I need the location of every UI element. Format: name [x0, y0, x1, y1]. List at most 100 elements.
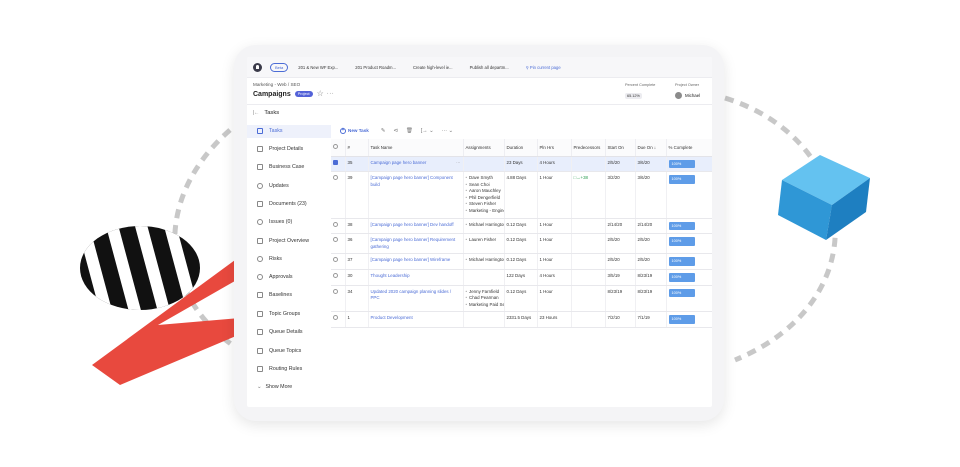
sidebar-item-risks[interactable]: Risks: [257, 256, 282, 262]
table-row[interactable]: 34 Updated 2020 campaign planning slides …: [331, 285, 712, 313]
assignee[interactable]: Michael Harrington: [466, 257, 503, 264]
sidebar-item-queue-topics[interactable]: Queue Topics: [257, 348, 301, 354]
row-checkbox[interactable]: [331, 269, 346, 286]
assignee[interactable]: Marketing - Engineering: [466, 208, 503, 215]
sidebar-item-documents[interactable]: Documents (23): [257, 201, 307, 207]
predecessors-cell: [571, 156, 606, 173]
task-name-link[interactable]: Product Development: [371, 315, 413, 320]
delete-icon[interactable]: 🗑: [406, 128, 413, 134]
column-header[interactable]: Predecessors: [571, 139, 606, 157]
sidebar-item-routing-rules[interactable]: Routing Rules: [257, 366, 302, 372]
collapse-panel-icon[interactable]: |←: [253, 110, 259, 116]
task-name-cell[interactable]: [Campaign page hero banner] Dev handoff: [368, 218, 464, 235]
column-header[interactable]: Assignments: [463, 139, 505, 157]
task-name-cell[interactable]: [Campaign page hero banner] Wireframe: [368, 253, 464, 271]
share-icon[interactable]: ⊲: [393, 128, 398, 134]
assignee[interactable]: Sean Choi: [466, 182, 502, 189]
column-header[interactable]: % Complete: [666, 139, 712, 157]
sidebar-item-queue-details[interactable]: Queue Details: [257, 329, 303, 335]
row-checkbox[interactable]: [331, 253, 346, 271]
task-name-cell[interactable]: [Campaign page hero banner] Requirement …: [368, 233, 464, 255]
star-icon[interactable]: ☆: [317, 90, 324, 98]
select-all-checkbox[interactable]: [331, 139, 346, 157]
table-row[interactable]: 38 [Campaign page hero banner] Dev handof…: [331, 218, 712, 235]
recent-tab[interactable]: 201 Product Roadm...: [355, 65, 396, 70]
row-menu-icon[interactable]: ···: [456, 160, 460, 167]
row-checkbox[interactable]: [331, 218, 346, 235]
table-row[interactable]: 30 Thought Leadership 122 Days 4 Hours 3/5/1…: [331, 269, 712, 286]
row-checkbox[interactable]: [331, 171, 346, 219]
percent-complete-cell: 100%: [666, 171, 712, 219]
task-name-cell[interactable]: Campaign page hero banner ···: [368, 156, 464, 173]
row-checkbox[interactable]: [331, 311, 346, 328]
recent-tab[interactable]: 201 & New WF Exp...: [298, 65, 338, 70]
sidebar-item-approvals[interactable]: Approvals: [257, 274, 293, 280]
column-header[interactable]: #: [345, 139, 369, 157]
task-name-cell[interactable]: [Campaign page hero banner] Component bu…: [368, 171, 464, 219]
column-header[interactable]: Pln Hrs: [537, 139, 572, 157]
task-name-link[interactable]: [Campaign page hero banner] Requirement …: [371, 237, 456, 249]
row-checkbox[interactable]: [331, 233, 346, 255]
sidebar-item-topic-groups[interactable]: Topic Groups: [257, 311, 300, 317]
column-header[interactable]: Task Name: [368, 139, 464, 157]
row-checkbox[interactable]: [331, 285, 346, 313]
column-header[interactable]: Start On: [605, 139, 636, 157]
assignee[interactable]: Aaron Mauchley: [466, 188, 502, 195]
sidebar-show-more[interactable]: ⌄ Show More: [257, 384, 292, 390]
recent-tab[interactable]: Create high-level ie...: [413, 65, 453, 70]
table-row[interactable]: 1 Product Development 2331.5 Days 23 Hours 7…: [331, 311, 712, 328]
task-name-cell[interactable]: Product Development: [368, 311, 464, 328]
progress-bar: 100%: [668, 175, 695, 184]
assignee[interactable]: Chad Pearman: [466, 295, 502, 302]
more-actions-icon[interactable]: ··· ⌄: [442, 128, 453, 134]
recent-tab[interactable]: Publish all departm...: [470, 65, 509, 70]
pin-current-page-link[interactable]: ⚲ Pin current page: [526, 65, 561, 70]
assignee[interactable]: Dave Smyth: [466, 175, 502, 182]
assignee[interactable]: Jenny Farnfield: [466, 289, 502, 296]
row-checkbox[interactable]: [331, 156, 346, 173]
task-name-cell[interactable]: Updated 2020 campaign planning slides / …: [368, 285, 464, 313]
column-header[interactable]: Duration: [504, 139, 538, 157]
assignee[interactable]: Lauren Fisher: [466, 237, 502, 244]
sidebar-item-updates[interactable]: Updates: [257, 183, 289, 189]
task-number: 34: [345, 285, 369, 313]
indent-icon[interactable]: [→ ⌄: [421, 128, 434, 134]
beta-badge[interactable]: Beta: [270, 62, 289, 72]
sidebar-item-project-details[interactable]: Project Details: [257, 146, 303, 152]
edit-icon[interactable]: ✎: [381, 128, 386, 134]
table-row[interactable]: 35 Campaign page hero banner ··· 23 Days 4 H…: [331, 156, 712, 173]
more-options-icon[interactable]: ···: [327, 91, 335, 97]
task-name-link[interactable]: Campaign page hero banner: [371, 160, 427, 165]
assignee[interactable]: Steven Fisher: [466, 201, 502, 208]
task-name-link[interactable]: [Campaign page hero banner] Component bu…: [371, 175, 453, 187]
sidebar-item-tasks[interactable]: Tasks: [257, 128, 283, 134]
sidebar-item-baselines[interactable]: Baselines: [257, 292, 292, 298]
section-title: Tasks: [264, 110, 280, 116]
breadcrumb[interactable]: Marketing - Web / SEO: [253, 82, 300, 87]
logo-icon[interactable]: [253, 62, 262, 72]
column-header[interactable]: Due On ↓: [635, 139, 667, 157]
task-name-link[interactable]: [Campaign page hero banner] Wireframe: [371, 257, 451, 262]
table-row[interactable]: 37[Campaign page hero banner] Wireframe M…: [331, 253, 712, 271]
sidebar-item-issues[interactable]: Issues (0): [257, 219, 292, 225]
due-date-cell: 3/6/20: [635, 156, 667, 173]
task-number: 35: [345, 156, 369, 173]
assignee[interactable]: Marketing Paid Search: [466, 302, 503, 309]
predecessor-link[interactable]: □→+38: [574, 175, 589, 180]
predecessors-cell: □→+38: [571, 171, 606, 219]
project-owner[interactable]: Michael: [675, 92, 700, 99]
overview-icon: [257, 238, 263, 244]
sidebar-item-project-overview[interactable]: Project Overview: [257, 238, 309, 244]
assignee[interactable]: Michael Harrington: [466, 222, 503, 229]
table-row[interactable]: 36 [Campaign page hero banner] Requiremen…: [331, 233, 712, 255]
task-name-link[interactable]: Thought Leadership: [371, 273, 410, 278]
new-task-button[interactable]: + New Task: [340, 127, 369, 134]
percent-complete-label: Percent Complete: [625, 83, 656, 87]
task-name-link[interactable]: [Campaign page hero banner] Dev handoff: [371, 222, 454, 227]
table-row[interactable]: 39 [Campaign page hero banner] Component …: [331, 171, 712, 219]
assignee[interactable]: Phil Dengerfield: [466, 195, 502, 202]
planned-hours-cell: 1 Hour: [537, 218, 572, 235]
task-name-cell[interactable]: Thought Leadership: [368, 269, 464, 286]
sidebar-item-business-case[interactable]: Business Case: [257, 164, 304, 170]
task-name-link[interactable]: Updated 2020 campaign planning slides / …: [371, 289, 452, 301]
